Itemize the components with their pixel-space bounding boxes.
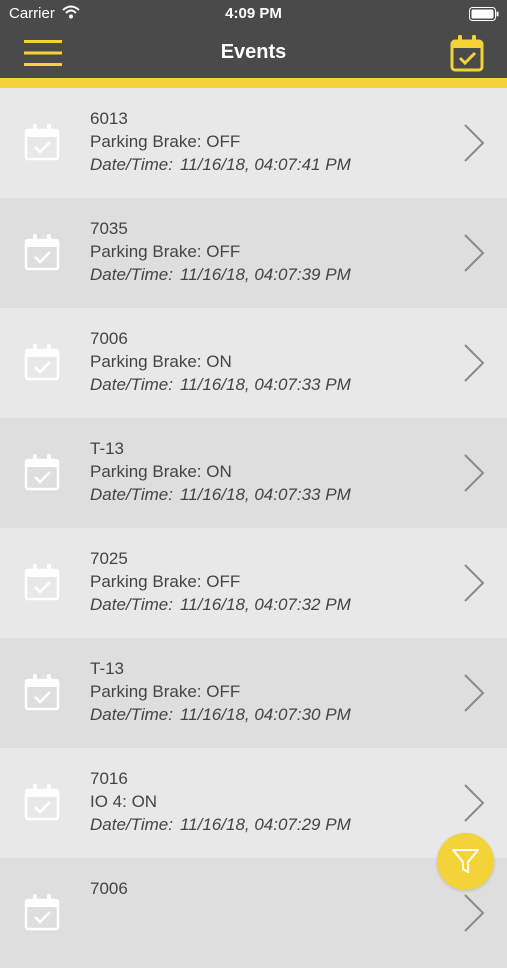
event-row[interactable]: 7025 Parking Brake: OFF Date/Time: 11/16/… (0, 528, 507, 638)
event-row[interactable]: 6013 Parking Brake: OFF Date/Time: 11/16/… (0, 88, 507, 198)
event-datetime: Date/Time: 11/16/18, 04:07:41 PM (90, 155, 351, 175)
event-description: Parking Brake: OFF (90, 132, 241, 151)
event-datetime: Date/Time: 11/16/18, 04:07:32 PM (90, 595, 351, 615)
chevron-right-icon (464, 454, 485, 492)
chevron-right-icon (464, 564, 485, 602)
event-unit: 7016 (90, 769, 128, 788)
datetime-value: 11/16/18, 04:07:32 PM (179, 595, 351, 614)
datetime-label: Date/Time: (90, 485, 173, 504)
chevron-right-icon (464, 234, 485, 272)
event-description: IO 4: ON (90, 792, 158, 811)
calendar-check-icon (24, 564, 60, 601)
calendar-button[interactable] (449, 34, 485, 72)
datetime-label: Date/Time: (90, 815, 173, 834)
event-unit: 7035 (90, 219, 128, 238)
event-row[interactable]: 7006 (0, 858, 507, 968)
filter-button[interactable] (437, 833, 494, 890)
event-description: Parking Brake: OFF (90, 572, 241, 591)
event-list: 6013 Parking Brake: OFF Date/Time: 11/16/… (0, 88, 507, 968)
datetime-value: 11/16/18, 04:07:33 PM (179, 375, 351, 394)
menu-button[interactable] (24, 39, 62, 67)
event-datetime: Date/Time: 11/16/18, 04:07:33 PM (90, 375, 351, 395)
event-datetime: Date/Time: 11/16/18, 04:07:29 PM (90, 815, 351, 835)
event-unit: T-13 (90, 659, 125, 678)
event-datetime: Date/Time: 11/16/18, 04:07:30 PM (90, 705, 351, 725)
hamburger-icon (24, 40, 62, 66)
chevron-right-icon (464, 784, 485, 822)
chevron-right-icon (464, 344, 485, 382)
calendar-check-icon (24, 124, 60, 161)
datetime-label: Date/Time: (90, 375, 173, 394)
event-unit: 6013 (90, 109, 128, 128)
battery-icon (469, 7, 499, 26)
event-row[interactable]: 7016 IO 4: ON Date/Time: 11/16/18, 04:07:… (0, 748, 507, 858)
datetime-label: Date/Time: (90, 705, 173, 724)
chevron-right-icon (464, 674, 485, 712)
event-row[interactable]: 7006 Parking Brake: ON Date/Time: 11/16/1… (0, 308, 507, 418)
calendar-check-icon (24, 674, 60, 711)
event-unit: 7006 (90, 879, 128, 898)
chevron-right-icon (464, 124, 485, 162)
datetime-value: 11/16/18, 04:07:30 PM (179, 705, 351, 724)
datetime-label: Date/Time: (90, 265, 173, 284)
status-bar: Carrier 4:09 PM (0, 0, 507, 28)
calendar-check-icon (24, 234, 60, 271)
event-unit: 7006 (90, 329, 128, 348)
event-datetime: Date/Time: 11/16/18, 04:07:39 PM (90, 265, 351, 285)
datetime-value: 11/16/18, 04:07:39 PM (179, 265, 351, 284)
event-description: Parking Brake: ON (90, 462, 232, 481)
event-row[interactable]: T-13 Parking Brake: ON Date/Time: 11/16/1… (0, 418, 507, 528)
header-accent-bar (0, 78, 507, 88)
event-description: Parking Brake: ON (90, 352, 232, 371)
datetime-value: 11/16/18, 04:07:33 PM (179, 485, 351, 504)
filter-icon (452, 849, 479, 873)
calendar-check-icon (24, 894, 60, 931)
calendar-check-icon (450, 35, 484, 72)
event-description: Parking Brake: OFF (90, 242, 241, 261)
nav-bar: Events (0, 28, 507, 78)
status-time: 4:09 PM (225, 5, 282, 22)
event-description: Parking Brake: OFF (90, 682, 241, 701)
datetime-label: Date/Time: (90, 155, 173, 174)
event-datetime (90, 925, 97, 945)
event-row[interactable]: 7035 Parking Brake: OFF Date/Time: 11/16/… (0, 198, 507, 308)
datetime-value: 11/16/18, 04:07:41 PM (179, 155, 351, 174)
chevron-right-icon (464, 894, 485, 932)
event-unit: T-13 (90, 439, 125, 458)
event-unit: 7025 (90, 549, 128, 568)
event-row[interactable]: T-13 Parking Brake: OFF Date/Time: 11/16/… (0, 638, 507, 748)
calendar-check-icon (24, 344, 60, 381)
calendar-check-icon (24, 454, 60, 491)
datetime-value: 11/16/18, 04:07:29 PM (179, 815, 351, 834)
event-datetime: Date/Time: 11/16/18, 04:07:33 PM (90, 485, 351, 505)
page-title: Events (220, 41, 287, 63)
calendar-check-icon (24, 784, 60, 821)
datetime-label: Date/Time: (90, 595, 173, 614)
